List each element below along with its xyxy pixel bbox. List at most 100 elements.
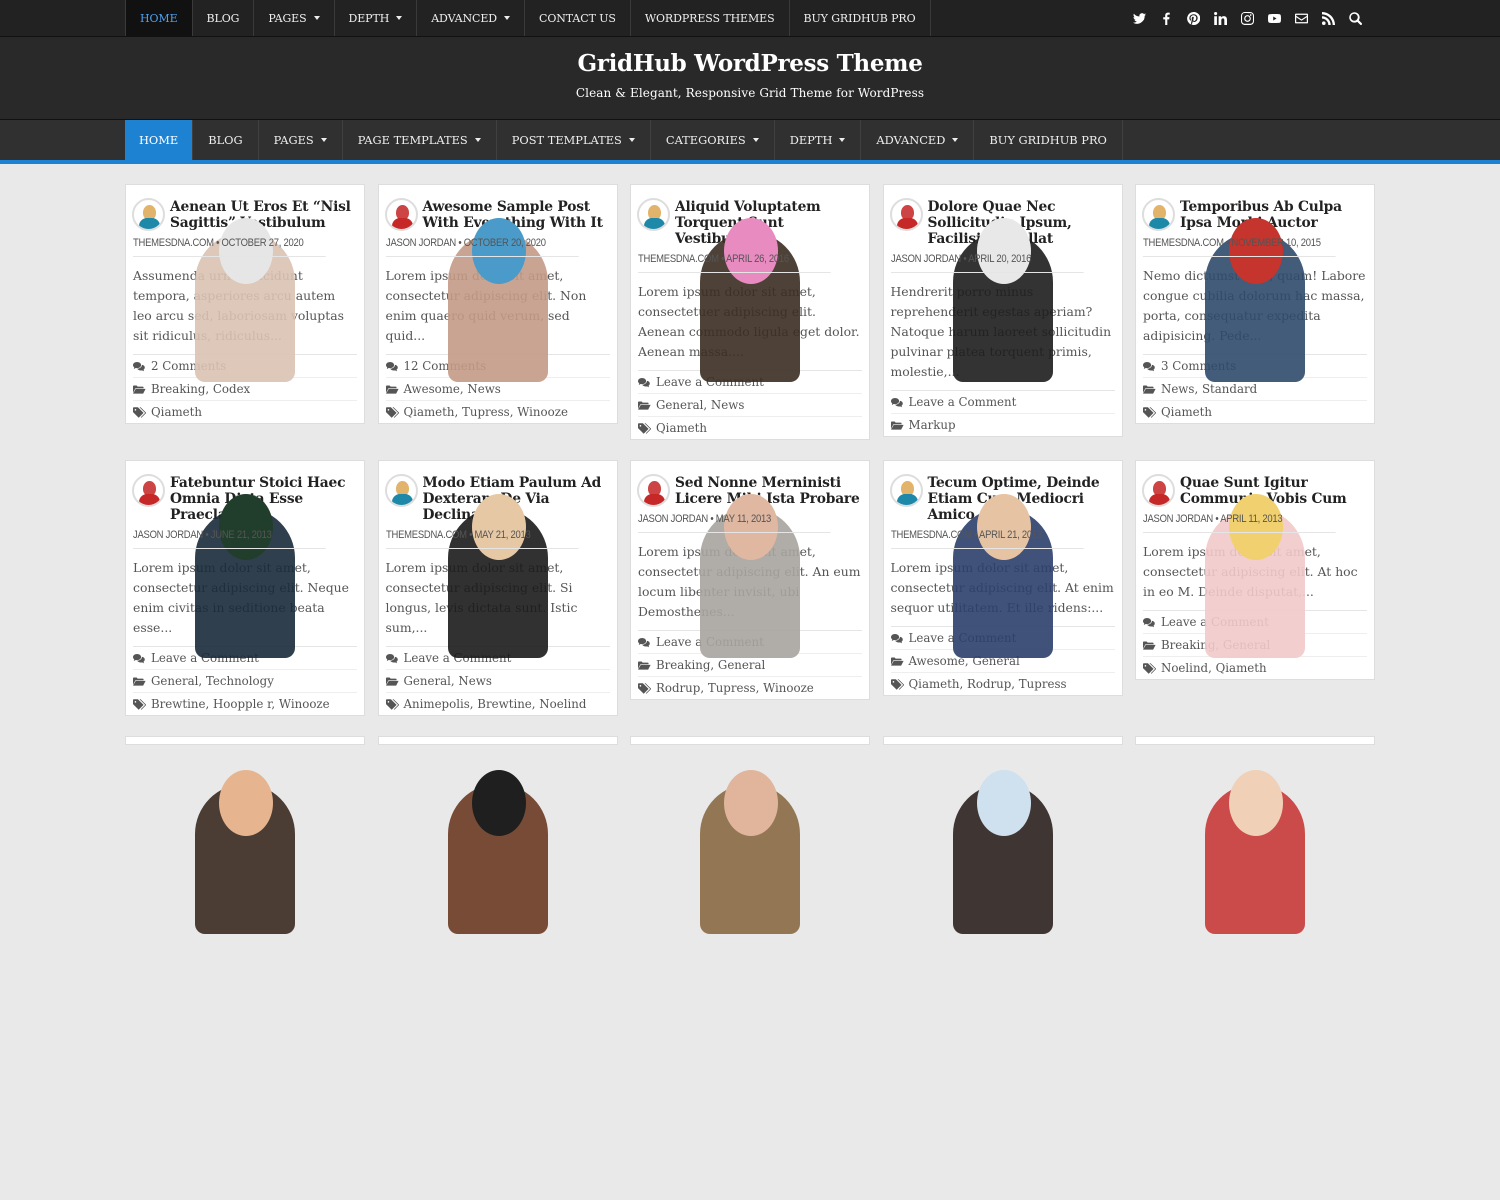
- instagram-icon[interactable]: [1234, 0, 1261, 36]
- post-date[interactable]: MAY 11, 2013: [716, 513, 772, 525]
- email-icon[interactable]: [1288, 0, 1315, 36]
- post-date[interactable]: JUNE 21, 2013: [211, 529, 272, 541]
- post-author[interactable]: THEMESDNA.COM: [386, 529, 467, 541]
- topnav-item-home[interactable]: HOME: [125, 0, 193, 36]
- social-icons: [1126, 0, 1375, 36]
- post-card: Aenean Ut Eros Et “Nisl Sagittis” Vestib…: [125, 184, 365, 424]
- post-categories[interactable]: News, Standard: [1161, 382, 1257, 396]
- post-card: [377, 736, 618, 934]
- post-tags[interactable]: Animepolis, Brewtine, Noelind: [404, 697, 587, 711]
- topnav-item-pages[interactable]: PAGES: [254, 0, 335, 36]
- comments-icon: [385, 361, 404, 372]
- topnav-item-label: DEPTH: [348, 11, 390, 25]
- post-tags-row: Qiameth: [638, 417, 862, 439]
- mainnav-item-page-templates[interactable]: PAGE TEMPLATES: [343, 120, 497, 160]
- post-card: Quae Sunt Igitur Communia Vobis Cum JASON…: [1135, 460, 1375, 680]
- author-avatar[interactable]: [889, 474, 923, 507]
- mainnav-item-label: HOME: [139, 133, 179, 147]
- post-author[interactable]: JASON JORDAN: [133, 529, 203, 541]
- folder-icon: [133, 384, 151, 395]
- post-date[interactable]: APRIL 26, 2016: [726, 253, 789, 265]
- site-title[interactable]: GridHub WordPress Theme: [0, 50, 1500, 77]
- post-author[interactable]: THEMESDNA.COM: [1143, 237, 1224, 249]
- topnav-item-buy-gridhub-pro[interactable]: BUY GRIDHUB PRO: [790, 0, 931, 36]
- post-tags[interactable]: Qiameth, Tupress, Winooze: [404, 405, 568, 419]
- post-card: Aliquid Voluptatem Torquent Sunt Vestibu…: [630, 184, 870, 440]
- post-comments[interactable]: Leave a Comment: [909, 395, 1017, 409]
- post-meta: THEMESDNA.COM • MAY 21, 2013: [385, 529, 579, 549]
- author-avatar[interactable]: [132, 198, 165, 231]
- author-avatar[interactable]: [1142, 474, 1175, 507]
- chevron-down-icon: [952, 138, 959, 142]
- post-card: [1135, 736, 1375, 934]
- topnav-item-wordpress-themes[interactable]: WORDPRESS THEMES: [631, 0, 790, 36]
- post-date[interactable]: OCTOBER 27, 2020: [222, 237, 304, 249]
- post-categories[interactable]: General, Technology: [151, 674, 274, 688]
- post-date[interactable]: APRIL 11, 2013: [1220, 513, 1282, 525]
- linkedin-icon[interactable]: [1207, 0, 1234, 36]
- folder-icon: [638, 660, 656, 671]
- folder-icon: [890, 656, 909, 667]
- rss-icon[interactable]: [1315, 0, 1342, 36]
- facebook-icon[interactable]: [1153, 0, 1180, 36]
- post-card: [125, 736, 365, 934]
- twitter-icon[interactable]: [1126, 0, 1153, 36]
- post-author[interactable]: THEMESDNA.COM: [891, 529, 972, 541]
- post-categories[interactable]: General, News: [656, 398, 744, 412]
- youtube-icon[interactable]: [1261, 0, 1288, 36]
- post-author[interactable]: JASON JORDAN: [386, 237, 456, 249]
- post-date[interactable]: MAY 21, 2013: [474, 529, 530, 541]
- post-author[interactable]: JASON JORDAN: [638, 513, 708, 525]
- mainnav-item-post-templates[interactable]: POST TEMPLATES: [497, 120, 651, 160]
- post-date[interactable]: APRIL 21, 2013: [979, 529, 1042, 541]
- author-avatar[interactable]: [889, 198, 923, 231]
- post-categories[interactable]: Markup: [909, 418, 956, 432]
- topnav-item-contact-us[interactable]: CONTACT US: [525, 0, 631, 36]
- chevron-down-icon: [313, 16, 320, 20]
- post-date[interactable]: APRIL 20, 2016: [968, 253, 1031, 265]
- post-categories[interactable]: General, News: [404, 674, 492, 688]
- post-tags[interactable]: Qiameth: [656, 421, 707, 435]
- post-tags[interactable]: Brewtine, Hoopple r, Winooze: [151, 697, 330, 711]
- author-avatar[interactable]: [384, 198, 418, 231]
- post-tags-row: Qiameth: [1143, 401, 1367, 423]
- post-tags[interactable]: Qiameth: [1161, 405, 1212, 419]
- post-author[interactable]: THEMESDNA.COM: [133, 237, 214, 249]
- mainnav-item-blog[interactable]: BLOG: [193, 120, 259, 160]
- post-categories[interactable]: Awesome, News: [404, 382, 501, 396]
- mainnav-item-home[interactable]: HOME: [125, 120, 194, 160]
- post-tags-row: Qiameth, Rodrup, Tupress: [890, 673, 1115, 695]
- search-icon[interactable]: [1342, 0, 1369, 36]
- post-date[interactable]: NOVEMBER 10, 2015: [1232, 237, 1321, 249]
- post-tags[interactable]: Qiameth, Rodrup, Tupress: [909, 677, 1067, 691]
- mainnav-item-label: CATEGORIES: [665, 133, 746, 147]
- author-avatar[interactable]: [637, 474, 670, 507]
- post-categories[interactable]: Breaking, General: [656, 658, 765, 672]
- mainnav-item-categories[interactable]: CATEGORIES: [651, 120, 775, 160]
- folder-icon: [638, 400, 656, 411]
- author-avatar[interactable]: [132, 474, 165, 507]
- author-avatar[interactable]: [1142, 198, 1175, 231]
- author-avatar[interactable]: [637, 198, 670, 231]
- comments-icon: [638, 637, 656, 648]
- mainnav-item-advanced[interactable]: ADVANCED: [861, 120, 975, 160]
- chevron-down-icon: [474, 138, 481, 142]
- topnav-item-depth[interactable]: DEPTH: [335, 0, 418, 36]
- mainnav-item-buy-gridhub-pro[interactable]: BUY GRIDHUB PRO: [974, 120, 1123, 160]
- post-author[interactable]: JASON JORDAN: [891, 253, 961, 265]
- post-tags[interactable]: Noelind, Qiameth: [1161, 661, 1267, 675]
- author-avatar[interactable]: [384, 474, 418, 507]
- mainnav-item-label: BLOG: [208, 133, 243, 147]
- post-author[interactable]: JASON JORDAN: [1143, 513, 1213, 525]
- post-tags[interactable]: Qiameth: [151, 405, 202, 419]
- post-tags[interactable]: Rodrup, Tupress, Winooze: [656, 681, 814, 695]
- mainnav-item-pages[interactable]: PAGES: [259, 120, 343, 160]
- post-author[interactable]: THEMESDNA.COM: [638, 253, 719, 265]
- mainnav-item-depth[interactable]: DEPTH: [775, 120, 862, 160]
- topnav-item-advanced[interactable]: ADVANCED: [417, 0, 526, 36]
- topnav-item-blog[interactable]: BLOG: [193, 0, 255, 36]
- chevron-down-icon: [320, 138, 327, 142]
- post-date[interactable]: OCTOBER 20, 2020: [463, 237, 545, 249]
- post-categories[interactable]: Breaking, Codex: [151, 382, 250, 396]
- pinterest-icon[interactable]: [1180, 0, 1207, 36]
